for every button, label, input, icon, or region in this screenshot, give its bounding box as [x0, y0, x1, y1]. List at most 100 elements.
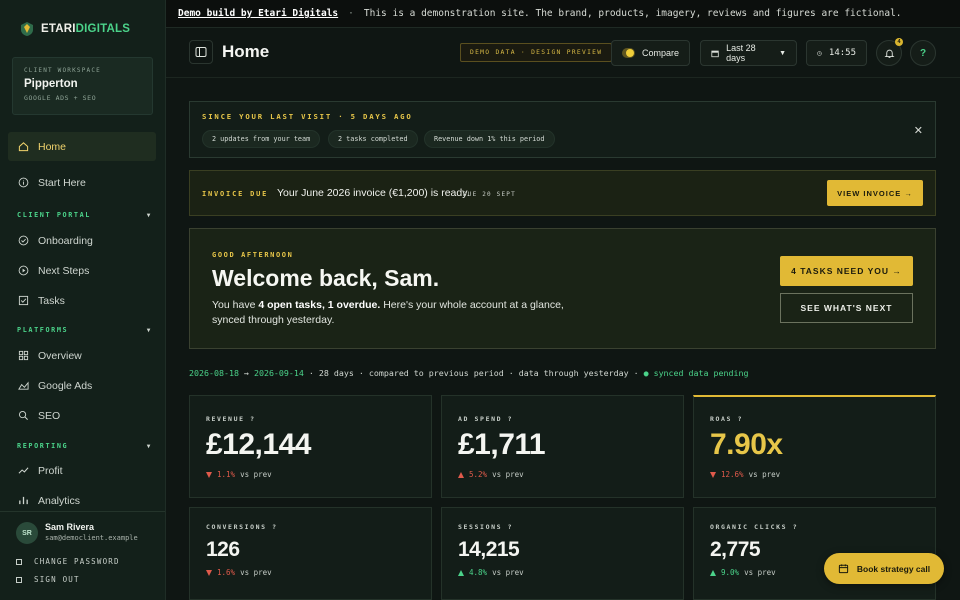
section-client-portal[interactable]: CLIENT PORTAL ▼ — [17, 211, 152, 219]
welcome-title: Welcome back, Sam. — [212, 265, 440, 291]
book-strategy-call-label: Book strategy call — [856, 563, 931, 574]
banner-link[interactable]: Demo build by Etari Digitals — [178, 8, 338, 19]
banner-text: This is a demonstration site. The brand,… — [363, 8, 902, 19]
sign-out-link[interactable]: SIGN OUT — [16, 575, 80, 584]
greeting-kicker: GOOD AFTERNOON — [212, 251, 294, 259]
sidebar-toggle-icon — [195, 47, 207, 57]
since-last-visit-title: SINCE YOUR LAST VISIT · 5 DAYS AGO — [202, 112, 413, 121]
update-chip[interactable]: Revenue down 1% this period — [424, 130, 555, 148]
page-title: Home — [222, 42, 270, 61]
update-chip[interactable]: 2 updates from your team — [202, 130, 321, 148]
notifications-button[interactable]: 4 — [876, 38, 903, 66]
clock-time: 14:55 — [828, 48, 856, 58]
search-icon — [18, 410, 29, 421]
kpi-delta: 1.1% vs prev — [206, 470, 272, 479]
kpi-card-revenue[interactable]: REVENUE ? £12,144 1.1% vs prev — [189, 395, 432, 498]
sidebar-item-label: Profit — [38, 464, 63, 477]
invoice-due-panel: INVOICE DUE Your June 2026 invoice (€1,2… — [189, 170, 936, 216]
chevron-down-icon: ▼ — [146, 211, 152, 219]
sidebar-item-home[interactable]: Home — [8, 132, 156, 161]
section-platforms[interactable]: PLATFORMS ▼ — [17, 326, 152, 334]
welcome-body: You have 4 open tasks, 1 overdue. Here's… — [212, 299, 564, 326]
avatar[interactable]: SR — [16, 522, 38, 544]
open-tasks-summary: 4 open tasks, 1 overdue. — [258, 299, 381, 311]
kpi-label: AD SPEND ? — [458, 415, 514, 423]
sidebar-item-label: Start Here — [38, 176, 86, 189]
kpi-card-ad-spend[interactable]: AD SPEND ? £1,711 5.2% vs prev — [441, 395, 684, 498]
sidebar-item-start-here[interactable]: Start Here — [8, 168, 156, 197]
chevron-down-icon: ▼ — [146, 442, 152, 450]
brand-mark-icon — [20, 21, 34, 37]
kpi-delta: 12.6% vs prev — [710, 470, 780, 479]
invoice-text: Your June 2026 invoice (€1,200) is ready… — [277, 187, 470, 199]
checkbox-icon — [18, 295, 29, 306]
kpi-delta: 9.0% vs prev — [710, 568, 776, 577]
trend-icon — [18, 465, 29, 476]
sidebar-item-label: Tasks — [38, 294, 65, 307]
sidebar-item-label: Next Steps — [38, 264, 90, 277]
clock-display: 14:55 — [806, 40, 867, 66]
workspace-name: Pipperton — [24, 78, 78, 90]
date-range-label: Last 28 days — [726, 43, 756, 63]
brand-name: ETARIDIGITALS — [41, 23, 131, 35]
clock-icon — [817, 50, 822, 56]
compare-toggle[interactable]: Compare — [611, 40, 690, 66]
sidebar-item-profit[interactable]: Profit — [8, 456, 156, 485]
notification-count-badge: 4 — [895, 38, 903, 46]
sidebar-item-seo[interactable]: SEO — [8, 401, 156, 430]
chevron-down-icon: ▼ — [146, 326, 152, 334]
trend-down-icon — [206, 569, 212, 576]
help-icon: ? — [919, 47, 927, 59]
brand-logo[interactable]: ETARIDIGITALS — [0, 0, 165, 40]
invoice-tag: INVOICE DUE — [202, 190, 269, 198]
sidebar-item-label: Analytics — [38, 494, 81, 507]
change-password-link[interactable]: CHANGE PASSWORD — [16, 557, 120, 566]
trend-up-icon — [710, 569, 716, 576]
view-invoice-button[interactable]: VIEW INVOICE → — [827, 180, 923, 206]
sidebar-toggle-button[interactable] — [189, 40, 213, 64]
user-panel: SR Sam Rivera sam@democlient.example CHA… — [0, 511, 165, 600]
kpi-label: ORGANIC CLICKS ? — [710, 523, 799, 531]
tasks-need-you-button[interactable]: 4 TASKS NEED YOU → — [780, 256, 913, 286]
bar-chart-icon — [18, 495, 29, 506]
welcome-panel: GOOD AFTERNOON Welcome back, Sam. You ha… — [189, 228, 936, 349]
compare-label: Compare — [641, 48, 679, 58]
kpi-value: 126 — [206, 538, 240, 561]
section-reporting[interactable]: REPORTING ▼ — [17, 442, 152, 450]
sidebar-item-tasks[interactable]: Tasks — [8, 286, 156, 315]
calendar-icon — [838, 564, 849, 574]
kpi-card-conversions[interactable]: CONVERSIONS ? 126 1.6% vs prev — [189, 507, 432, 600]
help-button[interactable]: ? — [910, 40, 936, 66]
play-circle-icon — [18, 265, 29, 276]
close-icon[interactable]: ✕ — [914, 124, 923, 137]
user-email: sam@democlient.example — [45, 534, 138, 542]
toggle-switch-icon — [622, 48, 635, 58]
kpi-card-roas[interactable]: ROAS ? 7.90x 12.6% vs prev — [693, 395, 936, 498]
range-end: 2026-09-14 — [253, 368, 304, 378]
range-start: 2026-08-18 — [189, 368, 239, 378]
sidebar-item-onboarding[interactable]: Onboarding — [8, 226, 156, 255]
trend-down-icon — [206, 471, 212, 478]
logout-icon — [16, 576, 22, 583]
info-icon — [18, 177, 29, 188]
update-chip[interactable]: 2 tasks completed — [328, 130, 418, 148]
home-icon — [18, 141, 29, 152]
trend-up-icon — [458, 471, 464, 478]
page-header: Home DEMO DATA · DESIGN PREVIEW Compare … — [166, 28, 960, 78]
key-icon — [16, 558, 22, 565]
book-strategy-call-button[interactable]: Book strategy call — [824, 553, 944, 584]
sync-status: ● synced data pending — [643, 368, 749, 378]
workspace-card[interactable]: Client Workspace Pipperton GOOGLE ADS + … — [12, 57, 153, 115]
workspace-kicker: Client Workspace — [24, 67, 101, 74]
sidebar: ETARIDIGITALS Client Workspace Pipperton… — [0, 0, 166, 600]
see-whats-next-button[interactable]: SEE WHAT'S NEXT — [780, 293, 913, 323]
date-range-select[interactable]: Last 28 days ▼ — [700, 40, 797, 66]
sidebar-item-next-steps[interactable]: Next Steps — [8, 256, 156, 285]
kpi-value: £12,144 — [206, 428, 311, 461]
date-range-info: 2026-08-18 → 2026-09-14 · 28 days · comp… — [189, 368, 749, 378]
kpi-card-sessions[interactable]: SESSIONS ? 14,215 4.8% vs prev — [441, 507, 684, 600]
chevron-down-icon: ▼ — [779, 49, 786, 57]
sidebar-item-google-ads[interactable]: Google Ads — [8, 371, 156, 400]
banner-separator: · — [348, 8, 354, 19]
sidebar-item-overview[interactable]: Overview — [8, 341, 156, 370]
